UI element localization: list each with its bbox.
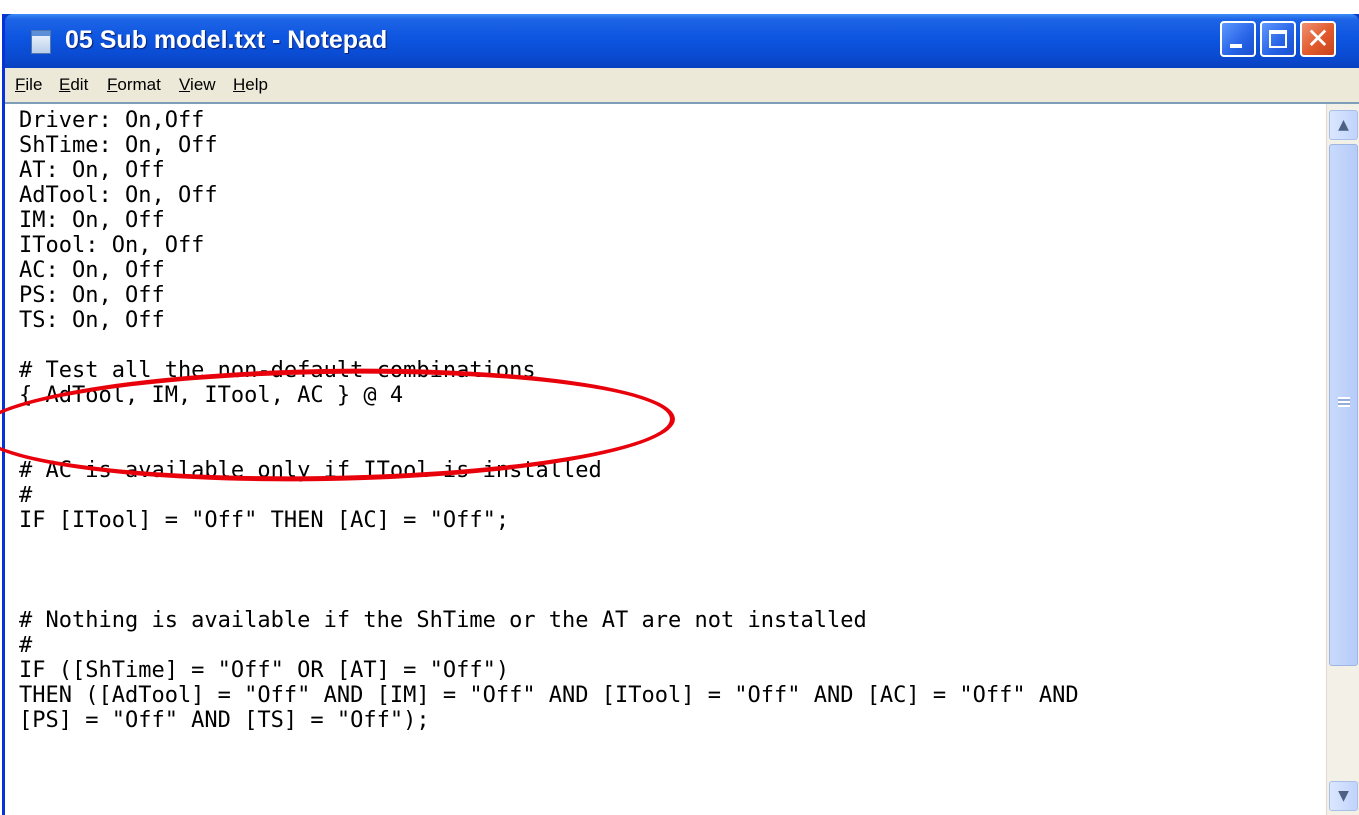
- text-line: # Nothing is available if the ShTime or …: [19, 608, 867, 633]
- text-line: [19, 408, 1325, 433]
- window-title: 05 Sub model.txt - Notepad: [65, 26, 388, 54]
- text-line: IF ([ShTime] = "Off" OR [AT] = "Off"): [19, 658, 510, 683]
- menu-bar: File Edit Format View Help: [5, 68, 1359, 103]
- text-line: [19, 433, 1325, 458]
- text-line: #: [19, 483, 33, 508]
- menu-view[interactable]: View: [179, 75, 216, 95]
- text-line: PS: On, Off: [19, 283, 165, 308]
- text-line: [19, 533, 1325, 558]
- menu-format[interactable]: Format: [107, 75, 161, 95]
- text-line: AT: On, Off: [19, 158, 165, 183]
- scroll-down-button[interactable]: ▼: [1329, 781, 1358, 811]
- text-editor[interactable]: Driver: On,Off ShTime: On, Off AT: On, Off…: [5, 102, 1359, 815]
- text-line: TS: On, Off: [19, 308, 165, 333]
- menu-file[interactable]: File: [15, 75, 42, 95]
- scroll-up-button[interactable]: ▲: [1329, 110, 1358, 140]
- menu-edit[interactable]: Edit: [59, 75, 88, 95]
- notepad-window: 05 Sub model.txt - Notepad ✕ File Edit F…: [0, 14, 1359, 815]
- title-bar[interactable]: 05 Sub model.txt - Notepad ✕: [5, 14, 1359, 68]
- vertical-scrollbar[interactable]: ▲ ▼: [1326, 104, 1359, 815]
- text-line: AdTool: On, Off: [19, 183, 218, 208]
- minimize-icon: [1230, 44, 1242, 48]
- text-line: { AdTool, IM, ITool, AC } @ 4: [19, 383, 404, 408]
- chevron-down-icon: ▼: [1338, 788, 1349, 804]
- scroll-thumb[interactable]: [1329, 144, 1358, 666]
- chevron-up-icon: ▲: [1338, 117, 1349, 133]
- maximize-icon: [1269, 30, 1287, 48]
- text-line: THEN ([AdTool] = "Off" AND [IM] = "Off" …: [19, 683, 1079, 708]
- text-line: [19, 333, 1325, 358]
- close-button[interactable]: ✕: [1300, 21, 1336, 57]
- text-line: # AC is available only if ITool is insta…: [19, 458, 602, 483]
- text-line: IF [ITool] = "Off" THEN [AC] = "Off";: [19, 508, 510, 533]
- text-line: IM: On, Off: [19, 208, 165, 233]
- maximize-button[interactable]: [1260, 21, 1296, 57]
- text-line: [PS] = "Off" AND [TS] = "Off");: [19, 708, 430, 733]
- editor-text-area[interactable]: Driver: On,Off ShTime: On, Off AT: On, Off…: [19, 108, 1325, 815]
- notepad-icon[interactable]: [31, 30, 51, 54]
- close-icon: ✕: [1306, 22, 1330, 55]
- text-line: # Test all the non-default combinations: [19, 358, 536, 383]
- text-line: ITool: On, Off: [19, 233, 205, 258]
- text-line: [19, 558, 1325, 583]
- text-line: Driver: On,Off: [19, 108, 205, 133]
- text-line: AC: On, Off: [19, 258, 165, 283]
- minimize-button[interactable]: [1220, 21, 1256, 57]
- text-line: ShTime: On, Off: [19, 133, 218, 158]
- grip-icon: [1338, 397, 1350, 407]
- text-line: #: [19, 633, 33, 658]
- menu-help[interactable]: Help: [233, 75, 268, 95]
- text-line: [19, 583, 1325, 608]
